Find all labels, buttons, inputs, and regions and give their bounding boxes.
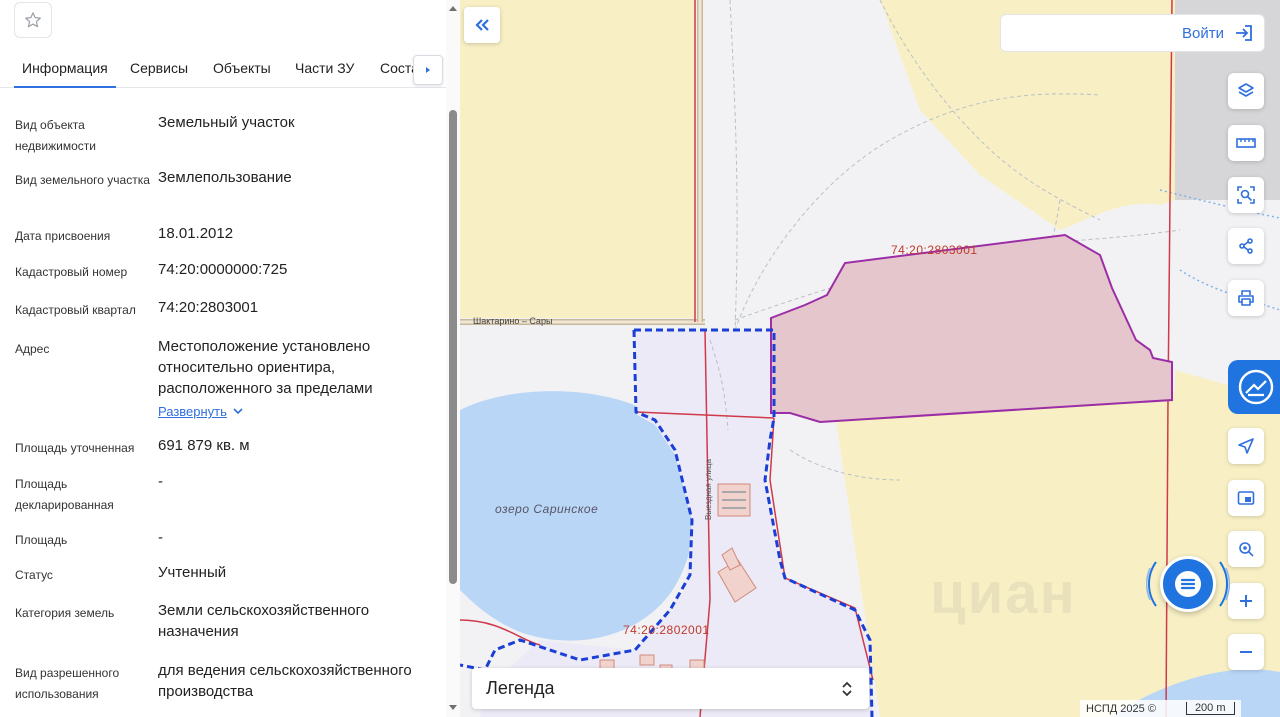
info-panel: Информация Сервисы Объекты Части ЗУ Сост… (0, 0, 460, 717)
map-view[interactable]: 74:20:2803001 74:20:2802001 озеро Саринс… (460, 0, 1280, 717)
collapse-panel-button[interactable] (464, 7, 500, 43)
property-value: - (158, 529, 163, 546)
panel-scrollbar-thumb[interactable] (449, 110, 457, 584)
lake-label: озеро Саринское (495, 502, 599, 516)
tab-bar: Информация Сервисы Объекты Части ЗУ Сост… (0, 48, 446, 88)
property-label: Площадь декларированная (15, 477, 114, 512)
area-select-button[interactable] (1228, 177, 1264, 213)
legend-dropdown[interactable]: Легенда (472, 668, 869, 709)
login-button[interactable]: Войти (1000, 14, 1265, 52)
cadastral-quarter-value: 74:20:2803001 (158, 299, 259, 316)
property-label: Кадастровый номер (15, 265, 128, 279)
tab-parcel-parts[interactable]: Части ЗУ (295, 60, 354, 76)
property-row: Кадастровый квартал 74:20:2803001 (15, 297, 435, 321)
address-value: Местоположение установлено относительно … (158, 336, 433, 422)
status-value: Учтенный (158, 564, 227, 581)
locate-button[interactable] (1228, 428, 1264, 464)
attribution-text: НСПД 2025 © (1086, 702, 1156, 715)
property-label: Кадастровый квартал (15, 303, 136, 317)
property-row: Адрес Местоположение установлено относит… (15, 336, 435, 422)
zoom-in-button[interactable] (1228, 583, 1264, 619)
property-label: Дата присвоения (15, 229, 111, 243)
property-label: Статус (15, 568, 53, 582)
share-button[interactable] (1228, 228, 1264, 264)
property-value: Земли сельскохозяйственного назначения (158, 602, 370, 640)
cadastral-number-value: 74:20:0000000:725 (158, 261, 288, 278)
favorite-button[interactable] (14, 2, 52, 38)
star-icon (25, 12, 41, 28)
property-row: Вид земельного участка Землепользование (15, 167, 435, 191)
property-row: Вид разрешенного использования для веден… (15, 660, 435, 705)
scroll-up-arrow-icon[interactable] (449, 6, 457, 11)
cadastral-quarter-label: 74:20:2802001 (623, 623, 710, 637)
search-location-icon (1239, 542, 1254, 557)
property-row: Площадь декларированная - (15, 471, 435, 516)
share-icon (1239, 238, 1253, 254)
zoom-out-button[interactable] (1228, 634, 1264, 670)
scale-bar: 200 m (1185, 702, 1235, 715)
tab-services[interactable]: Сервисы (130, 60, 188, 76)
expand-label: Развернуть (158, 404, 227, 419)
property-value: для ведения сельскохозяйственного произв… (158, 662, 412, 700)
property-label: Площадь (15, 533, 68, 547)
search-location-button[interactable] (1228, 531, 1264, 567)
property-row: Площадь уточненная 691 879 кв. м (15, 435, 435, 459)
ruler-icon (1236, 138, 1256, 148)
map-attribution: НСПД 2025 © 200 m (1080, 700, 1241, 717)
property-row: Дата присвоения 18.01.2012 (15, 223, 435, 247)
chat-button[interactable] (1160, 556, 1216, 612)
chat-widget[interactable] (1146, 548, 1230, 620)
layers-button[interactable] (1228, 73, 1264, 109)
chevron-up-down-icon (842, 681, 852, 696)
property-value: 18.01.2012 (158, 225, 234, 242)
property-label: Вид объекта недвижимости (15, 118, 96, 153)
layers-icon (1238, 83, 1254, 97)
watermark-logo: циан (930, 561, 1077, 626)
property-row: Площадь - (15, 527, 435, 551)
scroll-down-arrow-icon[interactable] (449, 705, 457, 710)
double-chevron-left-icon (475, 19, 489, 31)
property-label: Вид разрешенного использования (15, 666, 120, 701)
cadastral-quarter-label: 74:20:2803001 (891, 243, 978, 257)
measure-button[interactable] (1228, 125, 1264, 161)
tabs-scroll-right-button[interactable] (413, 55, 443, 85)
nspd-logo-icon (1238, 369, 1274, 405)
zoom-out-icon (1240, 651, 1252, 653)
nspd-logo-tab[interactable] (1228, 360, 1280, 414)
expand-address-link[interactable]: Развернуть (158, 401, 243, 422)
property-label: Категория земель (15, 606, 115, 620)
property-row: Статус Учтенный (15, 562, 435, 586)
property-row: Категория земель Земли сельскохозяйствен… (15, 600, 435, 642)
road-label: Шактарино – Сары (473, 316, 553, 326)
area-select-icon (1237, 186, 1255, 204)
chevron-down-icon (233, 408, 243, 415)
tab-objects[interactable]: Объекты (213, 60, 271, 76)
minimap-button[interactable] (1228, 480, 1264, 516)
property-value: Земельный участок (158, 114, 295, 131)
area-value: 691 879 кв. м (158, 437, 250, 454)
property-value: - (158, 473, 163, 490)
chat-icon (1175, 571, 1201, 597)
property-value: Землепользование (158, 169, 292, 186)
login-label: Войти (1182, 24, 1224, 42)
tab-information[interactable]: Информация (14, 60, 116, 88)
property-label: Вид земельного участка (15, 173, 150, 187)
property-row: Вид объекта недвижимости Земельный участ… (15, 112, 435, 157)
legend-label: Легенда (486, 678, 555, 698)
print-button[interactable] (1228, 280, 1264, 316)
street-label: Выездная улица (704, 459, 713, 520)
minimap-icon (1237, 491, 1255, 505)
print-icon (1238, 290, 1254, 306)
property-label: Площадь уточненная (15, 441, 135, 455)
property-row: Кадастровый номер 74:20:0000000:725 (15, 259, 435, 283)
caret-right-icon (426, 67, 430, 73)
address-text: Местоположение установлено относительно … (158, 338, 373, 397)
login-icon (1236, 25, 1252, 41)
locate-icon (1238, 438, 1254, 454)
property-label: Адрес (15, 342, 50, 356)
zoom-in-icon (1240, 595, 1252, 607)
